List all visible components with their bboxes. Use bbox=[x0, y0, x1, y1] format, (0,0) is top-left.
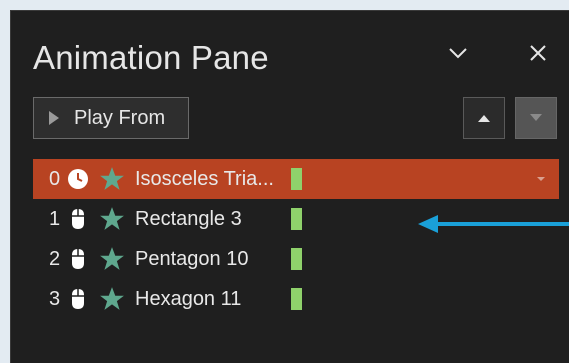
play-from-label: Play From bbox=[74, 106, 166, 129]
animation-index: 3 bbox=[49, 287, 61, 310]
animation-pane: Animation Pane Play From 0 Isosceles Tri… bbox=[10, 10, 569, 363]
star-icon bbox=[100, 167, 124, 190]
animation-item[interactable]: 2 Pentagon 10 bbox=[33, 239, 559, 279]
timing-bar[interactable] bbox=[291, 208, 302, 230]
dropdown-arrow-icon[interactable] bbox=[535, 173, 547, 185]
animation-name: Hexagon 11 bbox=[135, 287, 242, 310]
timing-bar[interactable] bbox=[291, 168, 302, 190]
animation-name: Pentagon 10 bbox=[135, 247, 249, 270]
move-up-button[interactable] bbox=[463, 97, 505, 139]
pane-title: Animation Pane bbox=[33, 39, 269, 76]
animation-item[interactable]: 3 Hexagon 11 bbox=[33, 279, 559, 319]
animation-name: Isosceles Tria... bbox=[135, 167, 274, 190]
callout-arrow-icon bbox=[418, 215, 569, 233]
chevron-down-icon[interactable] bbox=[446, 41, 470, 65]
animation-index: 2 bbox=[49, 247, 61, 270]
clock-icon bbox=[68, 169, 88, 189]
animation-index: 1 bbox=[49, 207, 61, 230]
animation-index: 0 bbox=[49, 167, 61, 190]
animation-name: Rectangle 3 bbox=[135, 207, 242, 230]
play-from-button[interactable]: Play From bbox=[33, 97, 189, 139]
mouse-icon bbox=[72, 209, 84, 229]
close-icon[interactable] bbox=[526, 41, 550, 65]
star-icon bbox=[100, 247, 124, 270]
mouse-icon bbox=[72, 249, 84, 269]
move-down-icon bbox=[530, 114, 542, 121]
move-up-icon bbox=[478, 115, 490, 122]
animation-item[interactable]: 0 Isosceles Tria... bbox=[33, 159, 559, 199]
timing-bar[interactable] bbox=[291, 248, 302, 270]
star-icon bbox=[100, 207, 124, 230]
move-down-button[interactable] bbox=[515, 97, 557, 139]
star-icon bbox=[100, 287, 124, 310]
animation-list: 0 Isosceles Tria... 1 Rectangle 3 2 Pent… bbox=[33, 159, 559, 319]
mouse-icon bbox=[72, 289, 84, 309]
timing-bar[interactable] bbox=[291, 288, 302, 310]
play-icon bbox=[49, 111, 59, 125]
